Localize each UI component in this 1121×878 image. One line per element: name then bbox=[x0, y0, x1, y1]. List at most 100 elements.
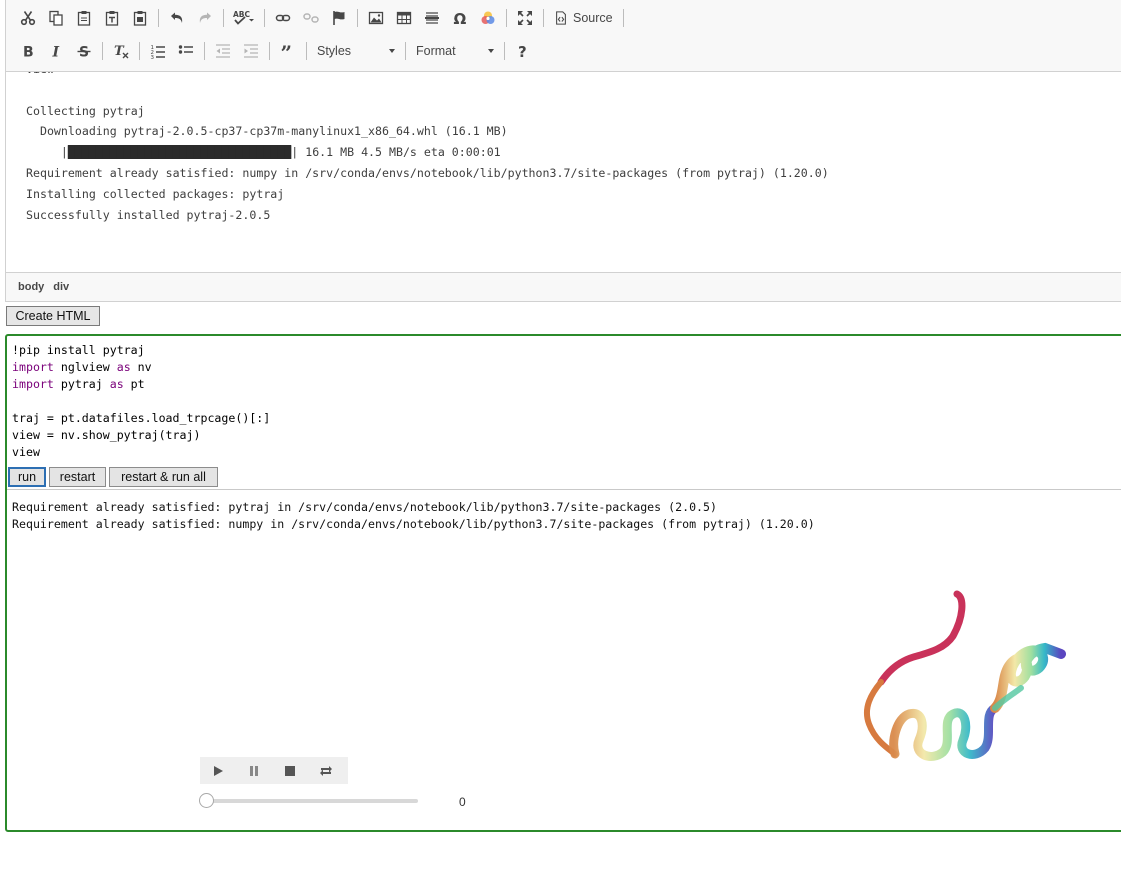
copy-icon[interactable] bbox=[42, 5, 70, 31]
editor-line: |████████████████████████████████| 16.1 … bbox=[26, 145, 501, 160]
source-button[interactable]: Source bbox=[548, 5, 619, 31]
code-token: view = nv.show_pytraj(traj) bbox=[12, 428, 201, 442]
bold-icon[interactable]: B bbox=[14, 38, 42, 64]
chevron-down-icon bbox=[488, 49, 494, 53]
decrease-indent-icon[interactable] bbox=[209, 38, 237, 64]
unlink-icon[interactable] bbox=[297, 5, 325, 31]
rich-text-editor: ABC Ω Source B I S T 1 2 3 ” Styles Form… bbox=[5, 0, 1121, 302]
protein-structure-viewer[interactable] bbox=[853, 590, 1067, 776]
cell-buttons: run restart restart & run all bbox=[8, 467, 221, 487]
toolbar-separator bbox=[264, 9, 265, 27]
chevron-down-icon bbox=[389, 49, 395, 53]
editor-line: Successfully installed pytraj-2.0.5 bbox=[26, 207, 271, 222]
editor-line: Collecting pytraj bbox=[26, 103, 145, 118]
toolbar-separator bbox=[204, 42, 205, 60]
stop-icon[interactable] bbox=[272, 757, 308, 784]
output-line: Requirement already satisfied: pytraj in… bbox=[12, 500, 717, 514]
styles-dropdown[interactable]: Styles bbox=[311, 39, 401, 63]
svg-text:I: I bbox=[52, 45, 60, 60]
notebook-cell: !pip install pytraj import nglview as nv… bbox=[5, 334, 1121, 832]
play-icon[interactable] bbox=[200, 757, 236, 784]
editor-line: Installing collected packages: pytraj bbox=[26, 186, 285, 201]
code-token: pytraj bbox=[53, 377, 110, 391]
code-token: pt bbox=[123, 377, 145, 391]
svg-text:?: ? bbox=[518, 43, 527, 59]
pause-icon[interactable] bbox=[236, 757, 272, 784]
spellcheck-icon[interactable]: ABC bbox=[228, 5, 260, 31]
create-html-button[interactable]: Create HTML bbox=[6, 306, 100, 326]
image-icon[interactable] bbox=[362, 5, 390, 31]
paste-icon[interactable] bbox=[70, 5, 98, 31]
editor-line: view bbox=[26, 72, 54, 76]
italic-icon[interactable]: I bbox=[42, 38, 70, 64]
anchor-icon[interactable] bbox=[325, 5, 353, 31]
undo-icon[interactable] bbox=[163, 5, 191, 31]
output-line: Requirement already satisfied: numpy in … bbox=[12, 517, 815, 531]
restart-run-all-button[interactable]: restart & run all bbox=[109, 467, 218, 487]
path-item-div[interactable]: div bbox=[53, 281, 69, 293]
editor-toolbar: ABC Ω Source B I S T 1 2 3 ” Styles Form… bbox=[6, 0, 1121, 72]
format-label: Format bbox=[416, 44, 456, 58]
code-token: nglview bbox=[53, 360, 117, 374]
frame-slider-track[interactable] bbox=[206, 799, 418, 803]
code-input[interactable]: !pip install pytraj import nglview as nv… bbox=[12, 342, 270, 461]
frame-value: 0 bbox=[459, 795, 466, 809]
editor-content[interactable]: view Collecting pytraj Downloading pytra… bbox=[6, 72, 1121, 272]
code-line: import pytraj as pt bbox=[12, 377, 145, 391]
toolbar-row-2: B I S T 123 ” Styles Format ? bbox=[14, 37, 537, 65]
color-icon[interactable] bbox=[474, 5, 502, 31]
toolbar-separator bbox=[506, 9, 507, 27]
toolbar-row-1: ABC Ω Source bbox=[14, 4, 628, 32]
svg-text:Ω: Ω bbox=[454, 10, 467, 26]
increase-indent-icon[interactable] bbox=[237, 38, 265, 64]
cell-output: Requirement already satisfied: pytraj in… bbox=[12, 499, 815, 533]
code-line: import nglview as nv bbox=[12, 360, 152, 374]
format-dropdown[interactable]: Format bbox=[410, 39, 500, 63]
numbered-list-icon[interactable]: 123 bbox=[144, 38, 172, 64]
source-label: Source bbox=[573, 11, 613, 25]
special-char-icon[interactable]: Ω bbox=[446, 5, 474, 31]
repeat-icon[interactable] bbox=[308, 757, 344, 784]
svg-text:B: B bbox=[23, 45, 34, 60]
editor-text: view Collecting pytraj Downloading pytra… bbox=[26, 72, 829, 225]
redo-icon[interactable] bbox=[191, 5, 219, 31]
strikethrough-icon[interactable]: S bbox=[70, 38, 98, 64]
code-line: view = nv.show_pytraj(traj) bbox=[12, 428, 200, 442]
svg-text:ABC: ABC bbox=[233, 10, 251, 19]
paste-word-icon[interactable] bbox=[126, 5, 154, 31]
code-token: nv bbox=[130, 360, 152, 374]
code-keyword: import bbox=[12, 360, 54, 374]
remove-format-icon[interactable]: T bbox=[107, 38, 135, 64]
toolbar-separator bbox=[405, 42, 406, 60]
toolbar-separator bbox=[543, 9, 544, 27]
toolbar-separator bbox=[269, 42, 270, 60]
svg-text:3: 3 bbox=[151, 55, 155, 59]
maximize-icon[interactable] bbox=[511, 5, 539, 31]
frame-slider-handle[interactable] bbox=[199, 793, 214, 808]
code-token: !pip install pytraj bbox=[12, 343, 145, 357]
path-item-body[interactable]: body bbox=[18, 281, 44, 293]
code-token: traj = pt.datafiles.load_trpcage()[:] bbox=[12, 411, 271, 425]
code-line: !pip install pytraj bbox=[12, 343, 145, 357]
link-icon[interactable] bbox=[269, 5, 297, 31]
paste-text-icon[interactable] bbox=[98, 5, 126, 31]
element-path-bar: body div bbox=[6, 272, 1121, 301]
toolbar-separator bbox=[622, 9, 624, 27]
editor-line: Requirement already satisfied: numpy in … bbox=[26, 165, 829, 180]
help-icon[interactable]: ? bbox=[509, 38, 537, 64]
code-keyword: as bbox=[109, 377, 124, 391]
code-line: view bbox=[12, 445, 40, 459]
toolbar-separator bbox=[223, 9, 224, 27]
table-icon[interactable] bbox=[390, 5, 418, 31]
blockquote-icon[interactable]: ” bbox=[274, 38, 302, 64]
output-divider bbox=[7, 489, 1121, 490]
svg-text:”: ” bbox=[281, 43, 293, 59]
styles-label: Styles bbox=[317, 44, 352, 58]
toolbar-separator bbox=[306, 42, 307, 60]
horizontal-line-icon[interactable] bbox=[418, 5, 446, 31]
bullet-list-icon[interactable] bbox=[172, 38, 200, 64]
source-icon bbox=[556, 11, 566, 25]
cut-icon[interactable] bbox=[14, 5, 42, 31]
run-button[interactable]: run bbox=[8, 467, 46, 487]
restart-button[interactable]: restart bbox=[49, 467, 106, 487]
